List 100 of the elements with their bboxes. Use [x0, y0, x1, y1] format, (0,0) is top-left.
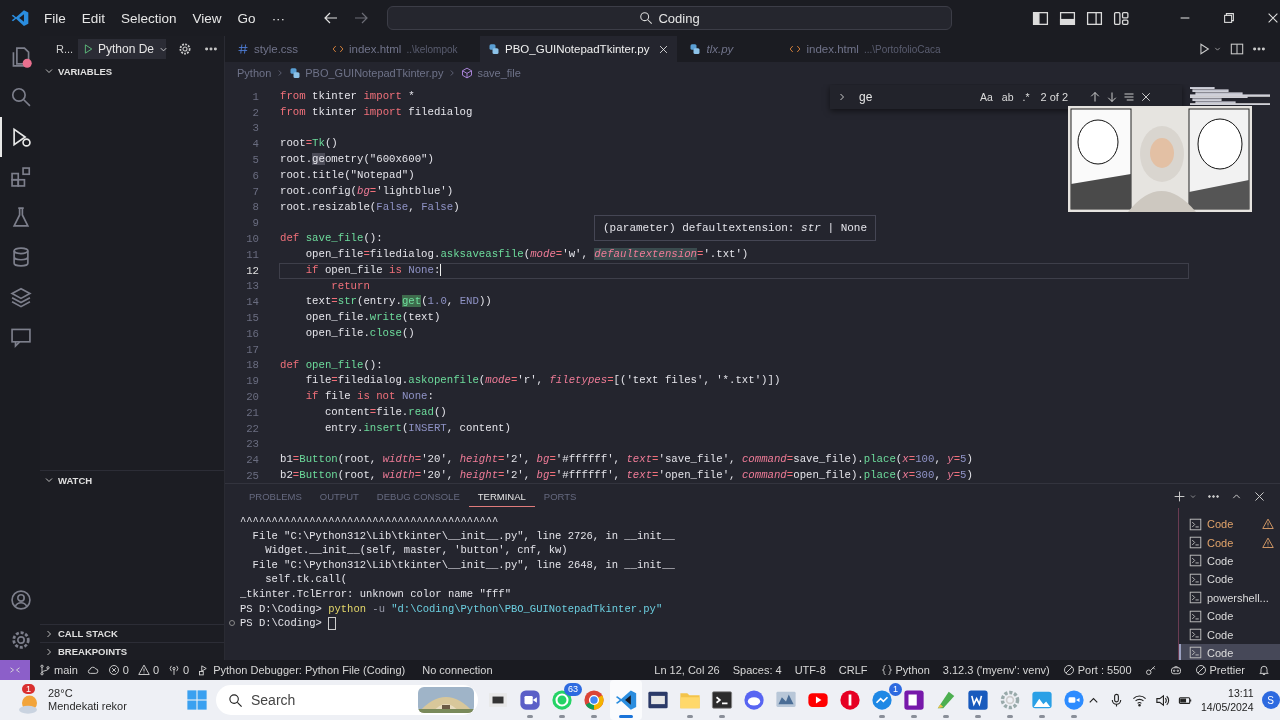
terminal-icon[interactable]	[711, 689, 733, 711]
status-item[interactable]: Port : 5500	[1062, 664, 1132, 676]
find-option-button[interactable]: ab	[999, 91, 1016, 103]
status-item[interactable]: Prettier	[1194, 664, 1245, 676]
previous-match-icon[interactable]	[1089, 91, 1102, 103]
key-icon[interactable]	[1144, 664, 1157, 676]
video-call-icon[interactable]	[519, 689, 541, 711]
robot-icon[interactable]	[1169, 664, 1182, 676]
status-item[interactable]: No connection	[422, 664, 493, 676]
terminal-list-item[interactable]: Code	[1179, 515, 1280, 534]
chat-app-icon[interactable]	[743, 689, 765, 711]
photo-app-icon[interactable]	[1031, 689, 1053, 711]
browser-icon[interactable]	[583, 689, 605, 711]
notebook-icon[interactable]	[903, 689, 925, 711]
microphone-icon[interactable]	[1109, 692, 1124, 708]
status-item[interactable]: 3.12.3 ('myenv': venv)	[942, 664, 1050, 676]
find-field[interactable]: ge	[853, 88, 973, 106]
terminal-list-item[interactable]: powershell...	[1179, 588, 1280, 607]
panel-tab[interactable]: TERMINAL	[468, 485, 535, 507]
bell-icon[interactable]	[1258, 664, 1270, 676]
cloud-icon[interactable]	[86, 664, 99, 676]
status-item[interactable]: 0	[107, 664, 129, 676]
chat-bubble-icon[interactable]	[871, 689, 893, 711]
comment-icon[interactable]	[10, 326, 32, 348]
settings-icon[interactable]	[178, 42, 192, 56]
taskbar-search-field[interactable]: Search	[216, 685, 478, 715]
editor-tab[interactable]: tlx.py	[677, 36, 778, 62]
terminal-list-item[interactable]: Code	[1179, 533, 1280, 552]
forward-arrow-icon[interactable]	[353, 10, 370, 26]
editor-tab[interactable]: index.html ...\PortofolioCaca	[777, 36, 948, 62]
new-terminal-icon[interactable]	[1173, 489, 1186, 503]
command-center[interactable]: Coding	[387, 6, 952, 30]
menu-item[interactable]: View	[184, 7, 230, 29]
launch-config-dropdown[interactable]: Python De	[78, 39, 166, 59]
menu-item[interactable]: ···	[263, 7, 294, 29]
layout-icon[interactable]	[1032, 9, 1049, 27]
section-header[interactable]: WATCH	[40, 471, 224, 489]
line-number: 12	[245, 264, 259, 277]
pin-app-icon[interactable]	[839, 689, 861, 711]
close-icon[interactable]	[1266, 11, 1280, 25]
layout-icon[interactable]	[1086, 9, 1103, 27]
status-item[interactable]: 0	[168, 664, 190, 676]
flask-icon[interactable]	[10, 206, 32, 228]
status-item[interactable]: Python Debugger: Python File (Coding)	[198, 664, 406, 676]
editor-tab[interactable]: PBO_GUINotepadTkinter.py	[480, 36, 678, 62]
menu-item[interactable]: File	[44, 7, 74, 29]
speaker-icon[interactable]	[1155, 692, 1170, 708]
extensions-icon[interactable]	[10, 166, 32, 188]
close-icon[interactable]	[1140, 91, 1153, 103]
terminal-list-item[interactable]: Code	[1179, 570, 1280, 589]
close-icon[interactable]	[658, 43, 670, 55]
status-item[interactable]: Ln 12, Col 26	[654, 664, 720, 676]
section-header[interactable]: VARIABLES	[40, 62, 224, 80]
menu-item[interactable]: Selection	[113, 7, 185, 29]
settings-icon[interactable]	[10, 629, 32, 651]
find-option-button[interactable]: .*	[1020, 91, 1032, 103]
find-in-selection-icon[interactable]	[1123, 91, 1136, 103]
database-icon[interactable]	[10, 246, 32, 268]
next-match-icon[interactable]	[1106, 91, 1119, 103]
terminal-list-item[interactable]: Code	[1179, 606, 1280, 626]
layers-icon[interactable]	[10, 286, 32, 308]
wifi-icon[interactable]	[1132, 692, 1147, 708]
restore-icon[interactable]	[1222, 11, 1236, 25]
line-number: 16	[245, 327, 259, 340]
notification-avatar[interactable]: S	[1261, 691, 1280, 709]
back-arrow-icon[interactable]	[323, 10, 340, 26]
document-icon[interactable]	[967, 689, 989, 711]
terminal-list-item[interactable]: Code	[1179, 625, 1280, 644]
app-icon[interactable]	[647, 689, 669, 711]
status-item[interactable]: main	[39, 664, 78, 676]
terminal-list-item[interactable]: Code	[1179, 551, 1280, 571]
weather-widget[interactable]: 1 28°C Mendekati rekor	[0, 684, 186, 716]
section-header[interactable]: BREAKPOINTS	[40, 643, 224, 660]
terminal-line: _tkinter.TclError: unknown color name "fff"	[240, 586, 512, 602]
layout-icon[interactable]	[1113, 9, 1130, 27]
search-icon[interactable]	[10, 86, 32, 108]
line-number: 14	[245, 296, 259, 309]
run-debug-icon[interactable]	[10, 126, 32, 148]
code-line: def save_file():	[280, 231, 383, 247]
terminal-icon	[1189, 628, 1202, 642]
code-editor-icon[interactable]	[615, 689, 637, 711]
account-icon[interactable]	[10, 589, 32, 611]
files-icon[interactable]	[10, 46, 32, 68]
find-option-button[interactable]: Aa	[978, 91, 995, 103]
split-editor-icon[interactable]	[1230, 42, 1244, 56]
close-icon[interactable]	[1253, 489, 1266, 503]
status-item[interactable]: Python	[880, 664, 930, 676]
editor-tab[interactable]: index.html ..\kelompok	[320, 36, 480, 62]
status-item[interactable]: 0	[137, 664, 160, 676]
menu-item[interactable]: Go	[229, 7, 264, 29]
status-item[interactable]: Spaces: 4	[732, 664, 782, 676]
editor-tab[interactable]: style.css	[225, 36, 320, 62]
layout-icon[interactable]	[1059, 9, 1076, 27]
status-item[interactable]: UTF-8	[794, 664, 826, 676]
windows-start-icon[interactable]	[186, 689, 208, 711]
clock[interactable]: 13:11 14/05/2024	[1201, 686, 1254, 714]
run-icon[interactable]	[1197, 42, 1211, 56]
menu-item[interactable]: Edit	[73, 7, 114, 29]
section-header[interactable]: CALL STACK	[40, 625, 224, 642]
status-item[interactable]: CRLF	[838, 664, 868, 676]
